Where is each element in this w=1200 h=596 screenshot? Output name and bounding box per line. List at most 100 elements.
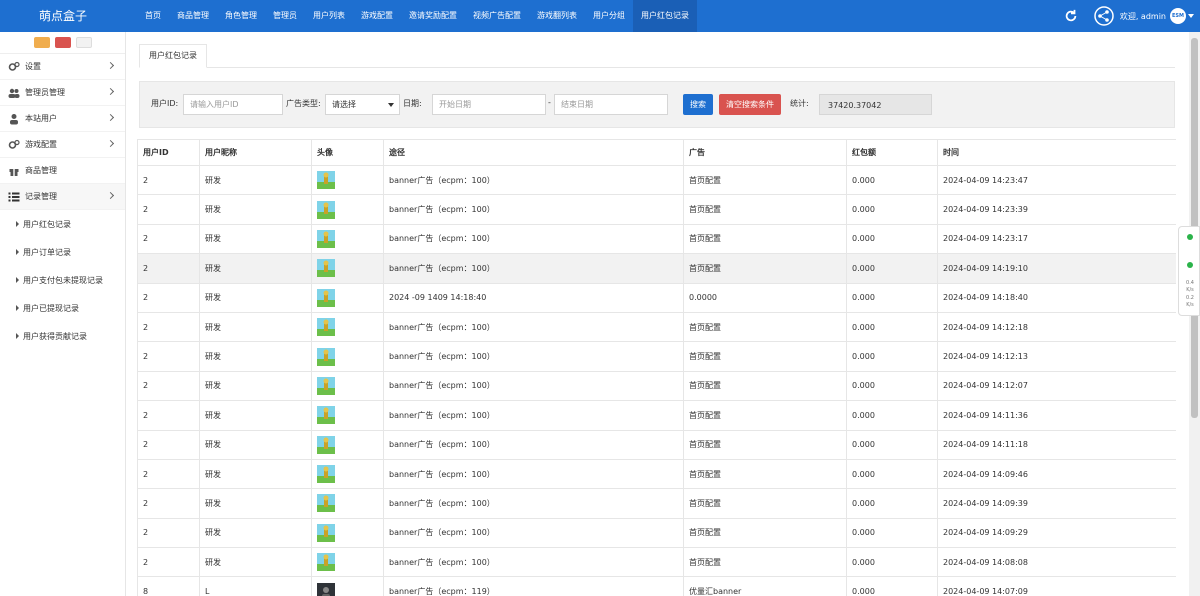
table-row[interactable]: 2 研发 banner广告（ecpm：100） 首页配置 0.000 2024-04-09… [137, 311, 1176, 343]
table-row[interactable]: 2 研发 banner广告（ecpm：100） 首页配置 0.000 2024-04-09… [137, 488, 1176, 519]
tab-redpacket-records[interactable]: 用户红包记录 [139, 44, 207, 68]
cell-uid: 2 [137, 370, 200, 402]
sidebar-item-products[interactable]: 商品管理 [0, 158, 125, 184]
cell-avatar [311, 488, 384, 519]
refresh-icon[interactable] [1064, 9, 1078, 23]
cell-time: 2024-04-09 14:07:09 [937, 576, 1176, 596]
gift-icon [9, 168, 19, 176]
sidebar-item-admin-manage[interactable]: 管理员管理 [0, 80, 125, 106]
table-row[interactable]: 2 研发 banner广告（ecpm：100） 首页配置 0.000 2024-04-09… [137, 429, 1176, 460]
sidebar-item-game-config[interactable]: 游戏配置 [0, 132, 125, 158]
nav-game-list[interactable]: 游戏翻列表 [529, 0, 585, 32]
avatar-image [317, 318, 335, 337]
status-dot-icon [1187, 262, 1193, 268]
table-row[interactable]: 2 研发 banner广告（ecpm：100） 首页配置 0.000 2024-04-09… [137, 517, 1176, 549]
trash-icon[interactable] [54, 37, 71, 48]
table-row[interactable]: 2 研发 banner广告（ecpm：100） 首页配置 0.000 2024-04-09… [137, 458, 1176, 490]
uid-label: 用户ID: [151, 99, 179, 108]
search-button[interactable]: 搜索 [683, 94, 713, 115]
cell-route: banner广告（ecpm：100） [383, 370, 684, 402]
avatar-image [317, 259, 335, 278]
cell-ad: 首页配置 [683, 164, 847, 196]
uid-input[interactable]: 请输入用户ID [183, 94, 283, 115]
table-row[interactable]: 2 研发 banner广告（ecpm：100） 首页配置 0.000 2024-04-09… [137, 164, 1176, 196]
home-icon[interactable] [33, 37, 50, 48]
share-icon[interactable] [1094, 6, 1114, 26]
nav-game-config[interactable]: 游戏配置 [353, 0, 401, 32]
adtype-select-value: 请选择 [332, 100, 356, 109]
cell-nickname: 研发 [199, 429, 312, 460]
cell-route: banner广告（ecpm：100） [383, 517, 684, 549]
table-row[interactable]: 2 研发 banner广告（ecpm：100） 首页配置 0.000 2024-04-09… [137, 547, 1176, 578]
cell-ad: 首页配置 [683, 488, 847, 519]
table-row[interactable]: 2 研发 banner广告（ecpm：100） 首页配置 0.000 2024-04-09… [137, 223, 1176, 255]
nav-admins[interactable]: 管理员 [265, 0, 305, 32]
top-bar-right: 欢迎, admin ESM [1064, 0, 1194, 32]
cell-avatar [311, 400, 384, 431]
cell-route: banner广告（ecpm：100） [383, 429, 684, 460]
cell-avatar [311, 576, 384, 596]
col-header-nickname: 用户昵称 [199, 139, 312, 166]
cell-avatar [311, 341, 384, 372]
sidebar-subitem-contribution[interactable]: 用户获得贡献记录 [0, 322, 125, 350]
sidebar-item-site-users[interactable]: 本站用户 [0, 106, 125, 132]
menu-icon[interactable] [75, 37, 92, 48]
nav-user-list[interactable]: 用户列表 [305, 0, 353, 32]
top-nav: 首页 商品管理 角色管理 管理员 用户列表 游戏配置 邀请奖励配置 视频广告配置… [137, 0, 697, 32]
nav-video-ad[interactable]: 视频广告配置 [465, 0, 529, 32]
sidebar-item-label: 记录管理 [25, 192, 57, 201]
cell-nickname: 研发 [199, 253, 312, 284]
table-row[interactable]: 8 Lbanner广告（ecpm：119） 优量汇banner 0.000 2024-0… [137, 576, 1176, 596]
cell-uid: 2 [137, 341, 200, 372]
avatar-image [317, 494, 335, 513]
avatar-image [317, 376, 335, 395]
end-date-input[interactable]: 结束日期 [554, 94, 668, 115]
chevron-down-icon [388, 103, 394, 107]
sidebar-subitem-orders[interactable]: 用户订单记录 [0, 238, 125, 266]
cell-avatar [311, 517, 384, 549]
cell-ad: 首页配置 [683, 547, 847, 578]
sidebar-subitem-alipay-unwithdrawn[interactable]: 用户支付包未提现记录 [0, 266, 125, 294]
stat-value: 37420.37042 [819, 94, 932, 115]
chevron-right-icon [106, 87, 115, 96]
sidebar-item-settings[interactable]: 设置 [0, 54, 125, 80]
avatar-image [317, 523, 335, 542]
cell-route: banner广告（ecpm：100） [383, 341, 684, 372]
sidebar-item-label: 游戏配置 [25, 140, 57, 149]
table-row[interactable]: 2 研发 banner广告（ecpm：100） 首页配置 0.000 2024-04-09… [137, 253, 1176, 284]
cell-uid: 2 [137, 282, 200, 313]
nav-home[interactable]: 首页 [137, 0, 169, 32]
stat-label: 统计: [790, 99, 809, 108]
adtype-select[interactable]: 请选择 [325, 94, 400, 115]
cell-route: banner广告（ecpm：100） [383, 194, 684, 225]
speed-unit-2: K/s [1186, 302, 1194, 308]
top-bar: 萌点盒子 首页 商品管理 角色管理 管理员 用户列表 游戏配置 邀请奖励配置 视… [0, 0, 1200, 32]
nav-user-group[interactable]: 用户分组 [585, 0, 633, 32]
table-row[interactable]: 2 研发 banner广告（ecpm：100） 首页配置 0.000 2024-04-09… [137, 400, 1176, 431]
network-speed-widget[interactable]: 0.4 K/s 0.2 K/s [1178, 226, 1200, 316]
table-row[interactable]: 2 研发 banner广告（ecpm：100） 首页配置 0.000 2024-04-09… [137, 370, 1176, 402]
cell-uid: 2 [137, 164, 200, 196]
clear-search-button[interactable]: 清空搜索条件 [719, 94, 781, 115]
nav-products[interactable]: 商品管理 [169, 0, 217, 32]
cell-amount: 0.000 [846, 547, 938, 578]
cell-time: 2024-04-09 14:23:47 [937, 164, 1176, 196]
nav-roles[interactable]: 角色管理 [217, 0, 265, 32]
table-row[interactable]: 2 研发 2024 -09 1409 14:18:40 0.0000 0.000 2024… [137, 282, 1176, 313]
nav-invite-reward[interactable]: 邀请奖励配置 [401, 0, 465, 32]
cell-amount: 0.000 [846, 400, 938, 431]
table-row[interactable]: 2 研发 banner广告（ecpm：100） 首页配置 0.000 2024-04-09… [137, 341, 1176, 372]
sidebar-subitem-withdrawn[interactable]: 用户已提现记录 [0, 294, 125, 322]
sidebar-subitem-redpacket[interactable]: 用户红包记录 [0, 210, 125, 238]
cell-nickname: L [199, 576, 312, 596]
brand-logo[interactable]: 萌点盒子 [0, 0, 126, 32]
nav-redpacket-records[interactable]: 用户红包记录 [633, 0, 697, 32]
avatar-image [317, 171, 335, 190]
avatar[interactable]: ESM [1170, 8, 1186, 24]
sidebar-item-records[interactable]: 记录管理 [0, 184, 125, 210]
start-date-input[interactable]: 开始日期 [432, 94, 546, 115]
cell-time: 2024-04-09 14:12:18 [937, 311, 1176, 343]
table-row[interactable]: 2 研发 banner广告（ecpm：100） 首页配置 0.000 2024-04-09… [137, 194, 1176, 225]
user-greeting[interactable]: 欢迎, admin [1120, 11, 1166, 22]
chevron-down-icon[interactable] [1188, 14, 1194, 18]
